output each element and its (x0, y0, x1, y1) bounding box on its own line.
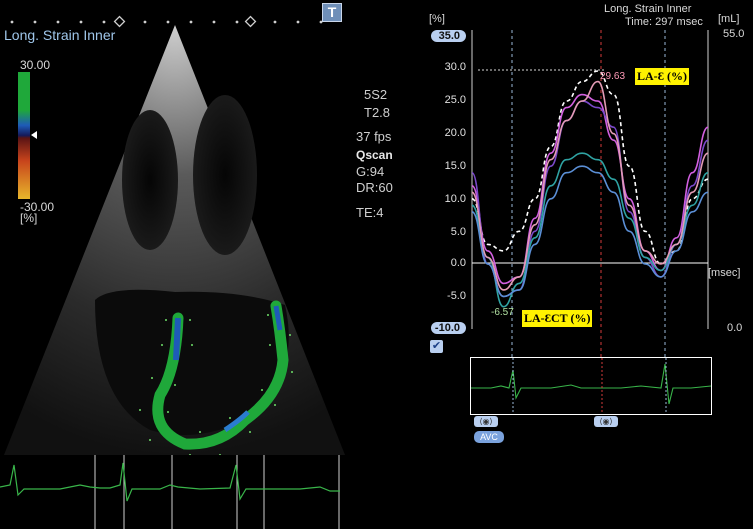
scale-pointer-icon (31, 131, 37, 139)
echo-strain-viewer: T Long. Strain Inner 30.00 -30.00 [%] 5S… (0, 0, 753, 529)
param-gain: G:94 (356, 164, 385, 179)
color-scale-max: 30.00 (20, 58, 51, 72)
strain-curve-0 (471, 70, 709, 265)
peak-value-label: 29.63 (600, 71, 625, 82)
strain-chart: 29.63 -6.57 (471, 30, 709, 360)
acquisition-parameters: 5S2 T2.8 37 fps Qscan G:94 DR:60 TE:4 (356, 86, 416, 222)
echo-image-panel: T Long. Strain Inner 30.00 -30.00 [%] 5S… (0, 0, 420, 529)
strain-curve-4 (471, 80, 709, 291)
param-probe: 5S2 (364, 87, 388, 102)
callout-la-strain: LA-Ɛ (%) (635, 68, 689, 85)
param-freq: T2.8 (364, 105, 391, 120)
strain-curve-panel: Long. Strain Inner Time: 297 msec [%] [m… (420, 0, 753, 529)
callout-la-strain-ct: LA-ƐCT (%) (522, 310, 593, 327)
color-scale-unit: [%] (20, 211, 38, 225)
ecg-trace-left (0, 455, 340, 529)
param-qscan: Qscan (356, 148, 393, 162)
param-te: TE:4 (356, 205, 384, 220)
strain-curve-3 (471, 152, 709, 308)
strain-curve-2 (471, 100, 709, 298)
checkbox-icon[interactable]: ✔ (430, 340, 443, 353)
mode-title: Long. Strain Inner (4, 27, 116, 43)
ecg-trace-right (470, 357, 712, 415)
cycle-select-left-button[interactable]: ⟨◉⟩ (474, 416, 498, 427)
cycle-select-right-button[interactable]: ⟨◉⟩ (594, 416, 618, 427)
min-value-label: -6.57 (491, 307, 514, 318)
param-blank (356, 196, 416, 204)
param-dr: DR:60 (356, 180, 393, 195)
strain-curve-5 (471, 165, 709, 298)
echo-image (4, 25, 345, 456)
param-fps: 37 fps (356, 129, 392, 144)
color-scale-bar (18, 72, 30, 199)
avc-button[interactable]: AVC (474, 431, 504, 443)
text-tool-button[interactable]: T (322, 3, 342, 22)
